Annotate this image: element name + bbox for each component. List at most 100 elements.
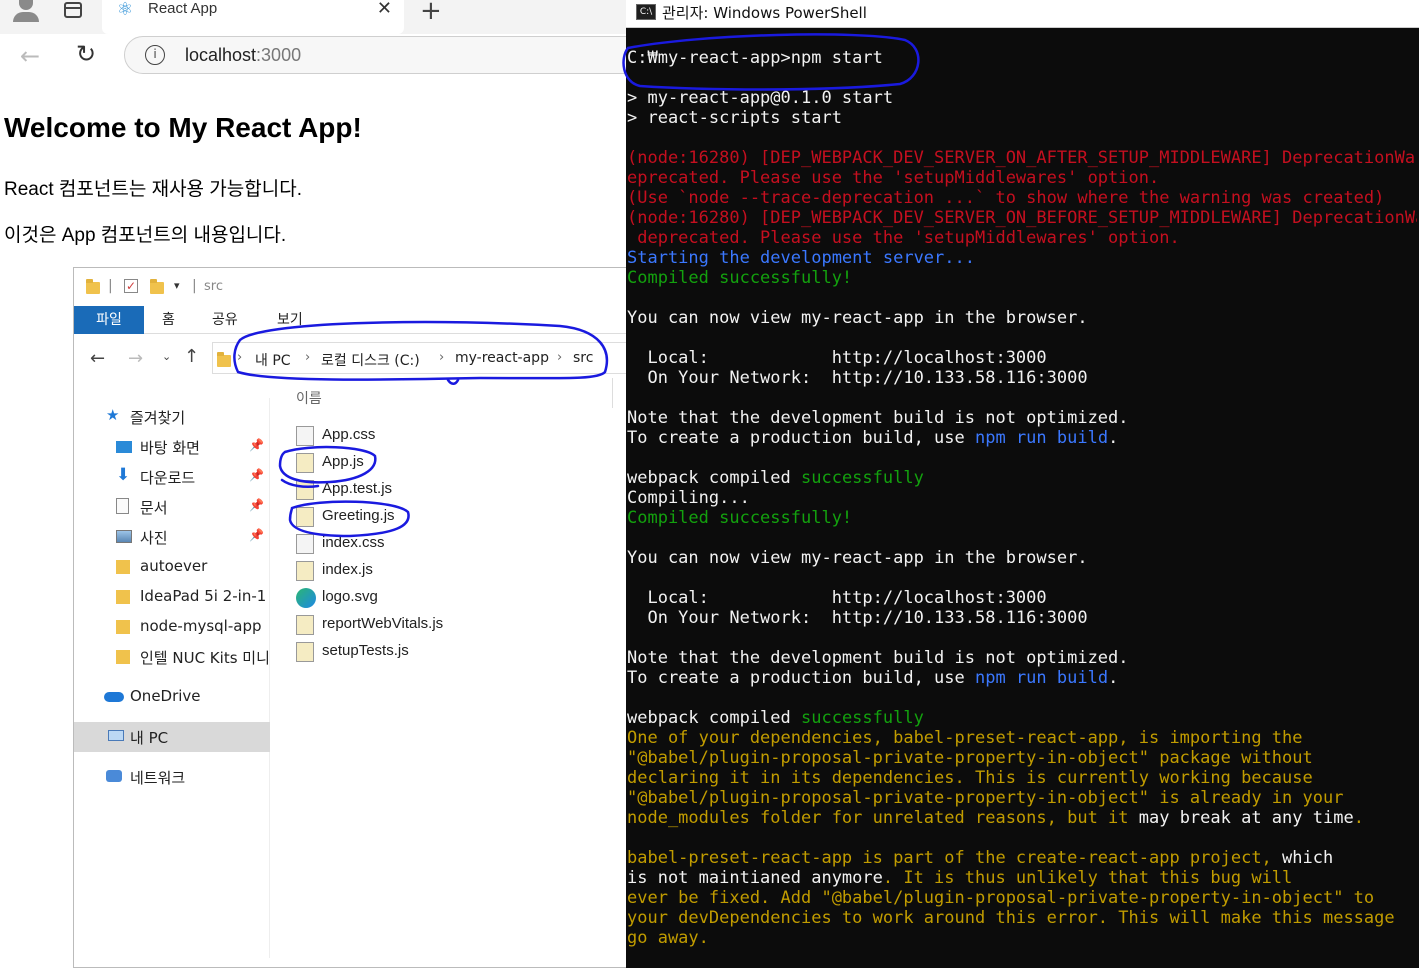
column-header-name[interactable]: 이름 <box>296 388 322 408</box>
address-bar-row: ← ↻ i localhost:3000 <box>0 34 644 80</box>
nav-item-downloads[interactable]: ⬇ 다운로드 📌 <box>74 462 270 492</box>
powershell-icon: C:\ <box>636 4 656 20</box>
console-text: Local: http://localhost:3000 <box>627 588 1047 608</box>
nav-this-pc[interactable]: 내 PC <box>74 722 270 752</box>
customize-toolbar-icon[interactable]: ▾ <box>174 279 180 292</box>
nav-onedrive[interactable]: OneDrive <box>74 682 270 712</box>
tab-actions-icon[interactable] <box>64 2 82 18</box>
new-folder-icon[interactable] <box>150 279 164 294</box>
css-file-icon <box>296 426 314 446</box>
site-info-icon[interactable]: i <box>145 45 165 65</box>
file-item[interactable]: index.css <box>296 532 596 556</box>
cloud-icon <box>104 692 124 702</box>
pin-icon[interactable]: 📌 <box>249 498 264 512</box>
breadcrumb[interactable]: › 내 PC › 로컬 디스크 (C:) › my-react-app › sr… <box>212 342 627 374</box>
computer-icon <box>108 730 124 741</box>
nav-item-pictures[interactable]: 사진 📌 <box>74 522 270 552</box>
ribbon-tabs: 파일 홈 공유 보기 <box>74 306 627 334</box>
breadcrumb-local-disk[interactable]: 로컬 디스크 (C:) <box>321 350 420 370</box>
js-file-icon <box>296 507 314 527</box>
url-field[interactable]: i localhost:3000 <box>124 36 644 74</box>
console-line: Starting the development server... <box>627 248 1417 268</box>
nav-item-intel-nuc[interactable]: 인텔 NUC Kits 미니 <box>74 642 270 672</box>
nav-item-documents[interactable]: 문서 📌 <box>74 492 270 522</box>
picture-icon <box>116 530 132 543</box>
ribbon-tab-share[interactable]: 공유 <box>212 306 238 334</box>
console-text: > react-scripts start <box>627 108 842 128</box>
file-item[interactable]: App.css <box>296 424 596 448</box>
recent-locations-icon[interactable]: ⌄ <box>162 350 171 363</box>
profile-icon[interactable] <box>10 0 42 24</box>
console-text: which <box>1282 848 1334 868</box>
folder-icon <box>116 620 130 634</box>
file-item[interactable]: App.js <box>296 451 596 475</box>
network-icon <box>106 770 122 782</box>
console-text: your devDependencies to work around this… <box>627 908 1395 928</box>
chevron-right-icon[interactable]: › <box>305 350 310 365</box>
folder-icon <box>116 590 130 604</box>
file-item[interactable]: setupTests.js <box>296 640 596 664</box>
console-line: On Your Network: http://10.133.58.116:30… <box>627 368 1417 388</box>
url-text[interactable]: localhost:3000 <box>185 45 301 66</box>
close-tab-icon[interactable]: ✕ <box>377 0 392 18</box>
nav-network[interactable]: 네트워크 <box>74 762 270 792</box>
up-arrow-icon[interactable]: ↑ <box>184 346 199 367</box>
file-item[interactable]: Greeting.js <box>296 505 596 529</box>
nav-item-ideapad[interactable]: IdeaPad 5i 2-in-1 <box>74 582 270 612</box>
column-divider[interactable] <box>612 378 613 408</box>
tab-react-app[interactable]: ⚛ React App ✕ <box>102 0 404 34</box>
nav-item-node-mysql-app[interactable]: node-mysql-app <box>74 612 270 642</box>
console-text: Note that the development build is not o… <box>627 648 1129 668</box>
chevron-right-icon[interactable]: › <box>557 350 562 365</box>
toolbar-separator: | <box>192 278 197 294</box>
console-text: You can now view <box>627 308 801 328</box>
breadcrumb-my-react-app[interactable]: my-react-app <box>455 350 549 366</box>
file-name: App.js <box>322 453 364 470</box>
pin-icon[interactable]: 📌 <box>249 438 264 452</box>
nav-label: 다운로드 <box>140 469 196 487</box>
forward-arrow-icon[interactable]: → <box>128 348 143 369</box>
console-text: (node:16280) [DEP_WEBPACK_DEV_SERVER_ON_… <box>627 208 1417 228</box>
console-line: "@babel/plugin-proposal-private-property… <box>627 748 1417 768</box>
properties-icon[interactable]: ✓ <box>124 279 138 293</box>
console-text: eprecated. Please use the 'setupMiddlewa… <box>627 168 1160 188</box>
ribbon-tab-view[interactable]: 보기 <box>277 306 303 334</box>
console-text: . <box>1108 428 1119 448</box>
new-tab-button[interactable]: + <box>420 0 442 26</box>
nav-label: 즐겨찾기 <box>130 409 186 427</box>
console-output[interactable]: C:₩my-react-app>npm start > my-react-app@… <box>627 48 1417 958</box>
chevron-right-icon[interactable]: › <box>237 350 242 365</box>
back-arrow-icon[interactable]: ← <box>20 42 40 70</box>
console-text: successfully <box>801 468 924 488</box>
file-name: App.css <box>322 426 376 443</box>
nav-quick-access[interactable]: ★ 즐겨찾기 <box>74 402 270 432</box>
file-item[interactable]: App.test.js <box>296 478 596 502</box>
file-item[interactable]: logo.svg <box>296 586 596 610</box>
nav-item-desktop[interactable]: 바탕 화면 📌 <box>74 432 270 462</box>
ribbon-tab-file[interactable]: 파일 <box>74 306 144 334</box>
js-file-icon <box>296 561 314 581</box>
pin-icon[interactable]: 📌 <box>249 468 264 482</box>
ribbon-tab-home[interactable]: 홈 <box>162 306 175 334</box>
back-arrow-icon[interactable]: ← <box>90 348 105 369</box>
tab-strip: ⚛ React App ✕ + <box>0 0 626 34</box>
chevron-right-icon[interactable]: › <box>439 350 444 365</box>
css-file-icon <box>296 534 314 554</box>
reload-icon[interactable]: ↻ <box>76 40 96 68</box>
file-name: App.test.js <box>322 480 393 497</box>
navigation-pane: ★ 즐겨찾기 바탕 화면 📌 ⬇ 다운로드 📌 문서 📌 사진 📌 autoev… <box>74 398 270 958</box>
breadcrumb-this-pc[interactable]: 내 PC <box>255 350 291 370</box>
file-item[interactable]: index.js <box>296 559 596 583</box>
star-icon: ★ <box>106 406 120 424</box>
console-line: (node:16280) [DEP_WEBPACK_DEV_SERVER_ON_… <box>627 208 1417 228</box>
breadcrumb-src[interactable]: src <box>573 350 593 366</box>
desktop-icon <box>116 441 132 453</box>
nav-item-autoever[interactable]: autoever <box>74 552 270 582</box>
nav-label: 인텔 NUC Kits 미니 <box>140 649 270 667</box>
pin-icon[interactable]: 📌 <box>249 528 264 542</box>
file-item[interactable]: reportWebVitals.js <box>296 613 596 637</box>
console-line: node_modules folder for unrelated reason… <box>627 808 1417 828</box>
console-text: Note that the development build is not o… <box>627 408 1129 428</box>
